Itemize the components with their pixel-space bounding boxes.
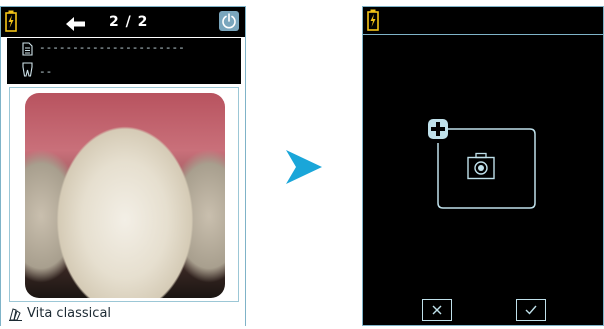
document-icon	[22, 41, 33, 60]
shade-guide-icon	[8, 307, 23, 326]
shade-footer: Vita classical	[1, 303, 245, 326]
patient-line: ----------------------	[39, 41, 185, 54]
page-indicator: 2 / 2	[109, 14, 149, 30]
battery-charging-icon	[367, 9, 379, 35]
arrow-left-icon[interactable]	[66, 16, 86, 35]
plus-icon	[428, 119, 448, 139]
close-icon	[432, 305, 442, 315]
camera-icon	[467, 152, 495, 184]
patient-info-panel: ---------------------- --	[7, 38, 241, 84]
tooth-photo[interactable]	[25, 93, 225, 298]
power-icon	[222, 13, 236, 29]
confirm-button[interactable]	[516, 299, 546, 321]
header-divider	[363, 34, 603, 35]
tooth-line: --	[39, 65, 53, 78]
check-icon	[525, 305, 537, 315]
header-bar	[363, 7, 603, 35]
battery-charging-icon	[5, 10, 17, 36]
left-device-screen: 2 / 2 ---------------------- -- Vita cla…	[0, 6, 246, 326]
shade-label: Vita classical	[27, 306, 112, 321]
header-bar: 2 / 2	[1, 7, 245, 37]
chevron-right-arrow-icon	[286, 150, 322, 188]
tooth-icon	[22, 62, 33, 81]
power-button[interactable]	[219, 11, 239, 31]
cancel-button[interactable]	[422, 299, 452, 321]
right-device-screen	[362, 6, 604, 326]
photo-frame	[9, 87, 239, 302]
